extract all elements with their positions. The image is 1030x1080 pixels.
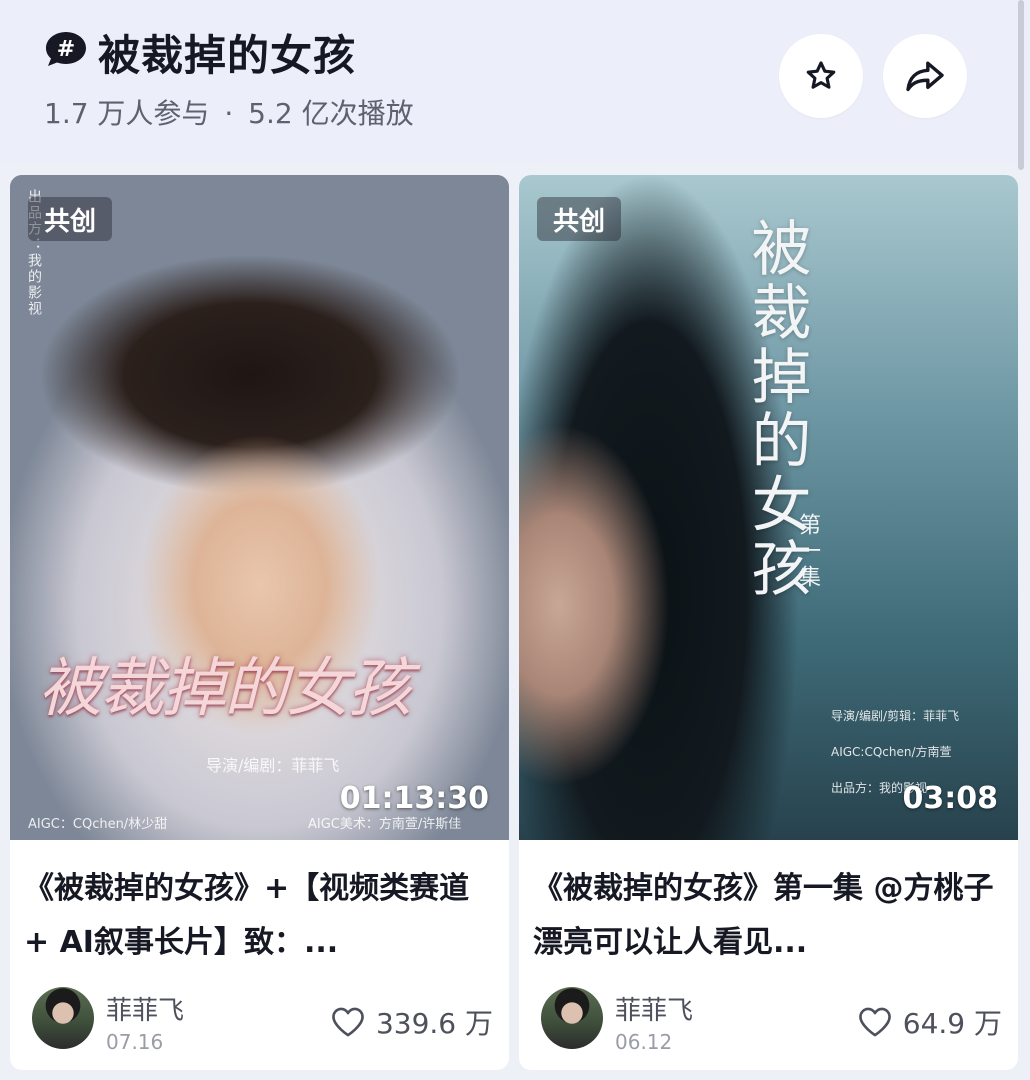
play-count: 5.2 亿次播放: [248, 97, 414, 130]
video-duration: 03:08: [902, 781, 999, 816]
like-count: 64.9 万: [902, 1007, 1002, 1040]
svg-text:#: #: [57, 37, 75, 62]
like-button[interactable]: 64.9 万: [857, 1002, 1002, 1042]
share-button[interactable]: [883, 34, 967, 118]
like-button[interactable]: 339.6 万: [330, 1002, 493, 1042]
video-card[interactable]: 共创 被裁掉的女孩 第一集 导演/编剧/剪辑：菲菲飞 AIGC:CQchen/方…: [519, 175, 1018, 1070]
video-cover[interactable]: 出品方：我的影视 共创 被裁掉的女孩 导演/编剧：菲菲飞 AIGC：CQchen…: [10, 175, 509, 840]
video-title[interactable]: 《被裁掉的女孩》第一集 @方桃子 漂亮可以让人看见...: [533, 862, 1003, 970]
video-duration: 01:13:30: [339, 781, 489, 816]
poster-credit-aigc: AIGC：CQchen/林少甜: [28, 817, 168, 832]
poster-episode: 第一集: [795, 513, 820, 591]
author-avatar[interactable]: [541, 987, 603, 1049]
poster-credit-director: 导演/编剧：菲菲飞: [206, 756, 340, 775]
author-name[interactable]: 菲菲飞: [615, 990, 693, 1027]
poster-credit-director: 导演/编剧/剪辑：菲菲飞: [831, 709, 960, 723]
heart-icon: [858, 1007, 891, 1037]
heart-icon: [332, 1007, 364, 1037]
topic-stats: 1.7 万人参与 · 5.2 亿次播放: [44, 92, 414, 132]
hashtag-icon: #: [46, 32, 86, 66]
poster-title: 被裁掉的女孩: [38, 652, 412, 726]
cocreate-badge: 共创: [28, 197, 112, 241]
participants-count: 1.7 万人参与: [44, 97, 210, 130]
stats-separator: ·: [224, 97, 234, 130]
card-info: 《被裁掉的女孩》第一集 @方桃子 漂亮可以让人看见... 菲菲飞 06.12 6…: [519, 840, 1018, 1070]
video-cover[interactable]: 共创 被裁掉的女孩 第一集 导演/编剧/剪辑：菲菲飞 AIGC:CQchen/方…: [519, 175, 1018, 840]
video-card[interactable]: 出品方：我的影视 共创 被裁掉的女孩 导演/编剧：菲菲飞 AIGC：CQchen…: [10, 175, 509, 1070]
topic-title: 被裁掉的女孩: [98, 31, 357, 80]
video-title[interactable]: 《被裁掉的女孩》+【视频类赛道 + AI叙事长片】致：...: [24, 862, 494, 970]
share-icon: [906, 61, 944, 92]
like-count: 339.6 万: [375, 1007, 493, 1040]
card-info: 《被裁掉的女孩》+【视频类赛道 + AI叙事长片】致：... 菲菲飞 07.16…: [10, 840, 509, 1070]
favorite-button[interactable]: [779, 34, 863, 118]
topic-header: # 被裁掉的女孩 1.7 万人参与 · 5.2 亿次播放: [0, 0, 1030, 162]
author-name[interactable]: 菲菲飞: [106, 990, 184, 1027]
scrollbar[interactable]: [1018, 0, 1024, 170]
star-icon: [806, 61, 836, 89]
publish-date: 06.12: [615, 1030, 673, 1054]
poster-credit-aigc: AIGC:CQchen/方南萱: [831, 745, 952, 759]
author-avatar[interactable]: [32, 987, 94, 1049]
cocreate-badge: 共创: [537, 197, 621, 241]
publish-date: 07.16: [106, 1030, 164, 1054]
